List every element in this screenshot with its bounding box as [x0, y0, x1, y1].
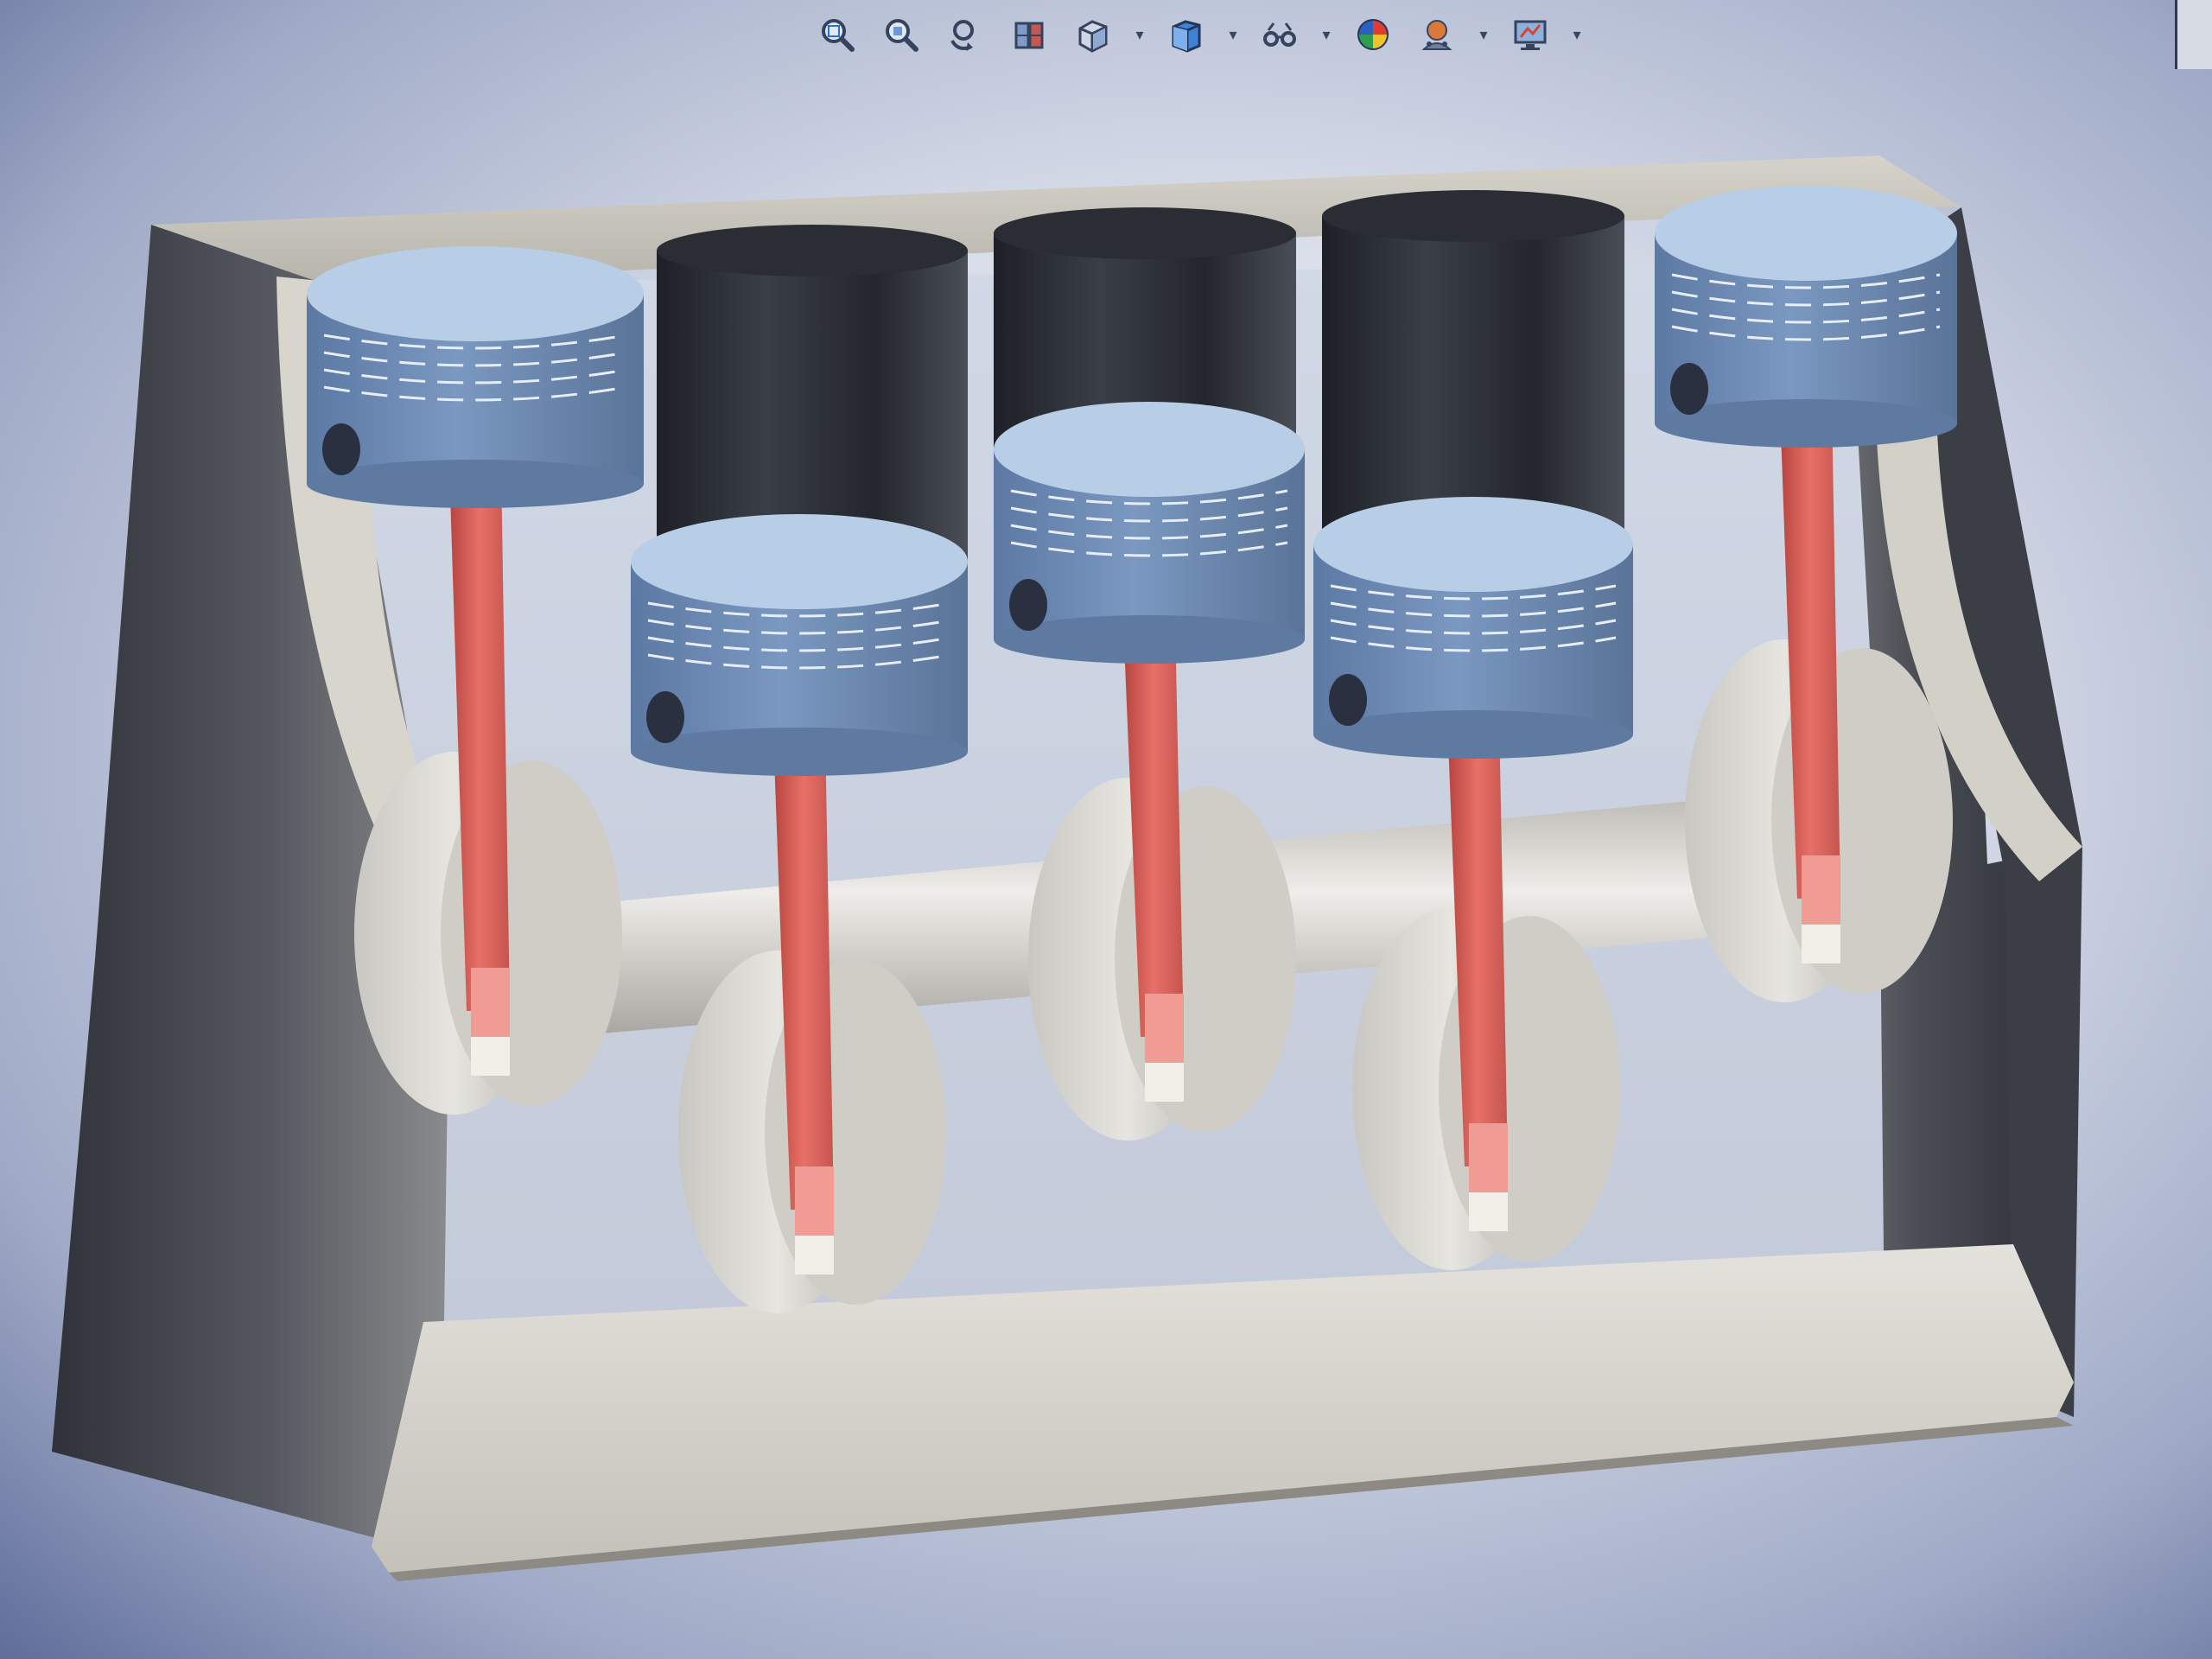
- piston-crown[interactable]: [631, 514, 968, 609]
- rod-cap[interactable]: [1802, 855, 1840, 933]
- cad-window: ▾ ▾ ▾ ▾ ▾: [0, 0, 2212, 1659]
- crank-pin[interactable]: [1469, 1192, 1508, 1231]
- piston-crown[interactable]: [307, 246, 644, 341]
- piston-crown[interactable]: [1655, 186, 1957, 281]
- graphics-viewport[interactable]: [0, 69, 2212, 1659]
- wrist-pin-boss[interactable]: [1670, 363, 1708, 415]
- crank-pin[interactable]: [1802, 925, 1840, 963]
- piston-crown[interactable]: [1313, 497, 1633, 592]
- piston-skirt-bottom[interactable]: [631, 728, 968, 776]
- wrist-pin-boss[interactable]: [1009, 579, 1047, 631]
- piston-crown[interactable]: [994, 402, 1305, 497]
- wrist-pin-boss[interactable]: [1329, 674, 1367, 726]
- wrist-pin-boss[interactable]: [646, 691, 684, 743]
- crank-pin[interactable]: [1145, 1063, 1184, 1102]
- wrist-pin-boss[interactable]: [322, 423, 360, 475]
- rod-cap[interactable]: [1145, 994, 1184, 1071]
- crank-pin[interactable]: [795, 1236, 834, 1274]
- rod-cap[interactable]: [1469, 1123, 1508, 1201]
- engine-assembly-model[interactable]: [0, 0, 2212, 1659]
- rod-cap[interactable]: [795, 1166, 834, 1244]
- rod-cap[interactable]: [471, 968, 510, 1046]
- crank-pin[interactable]: [471, 1037, 510, 1076]
- piston-skirt-bottom[interactable]: [307, 460, 644, 508]
